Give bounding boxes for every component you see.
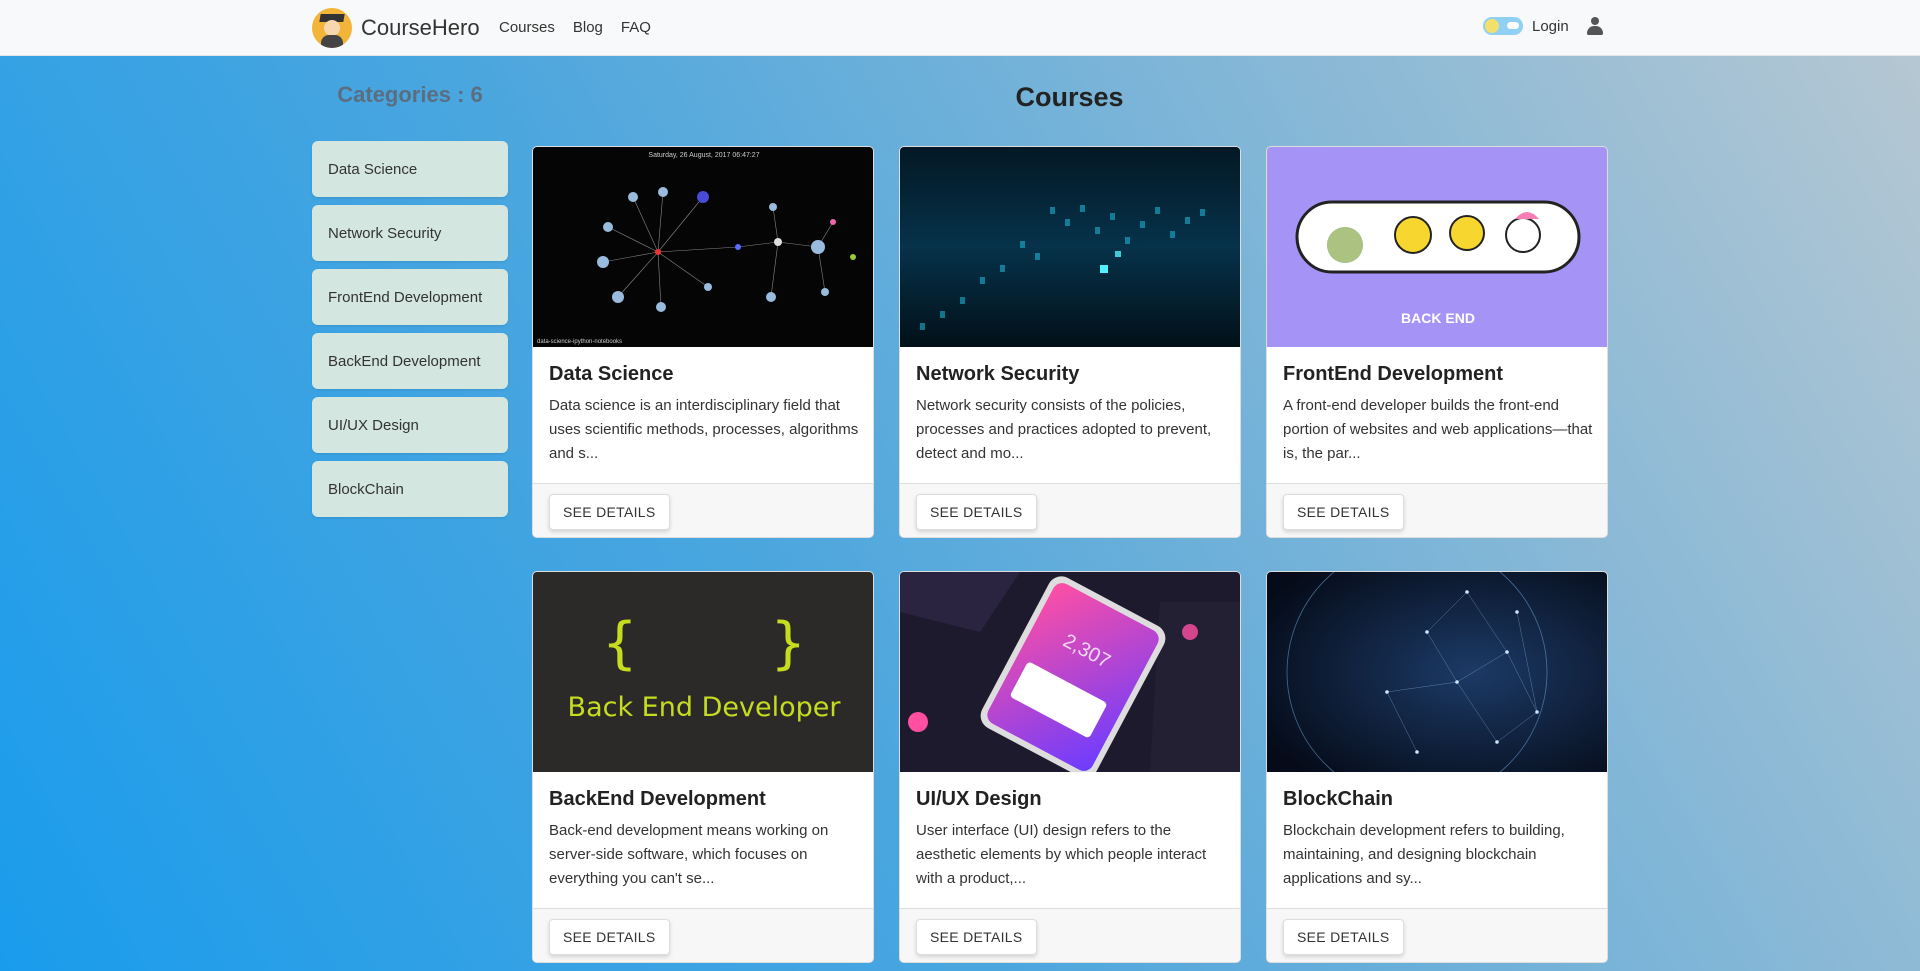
graduate-avatar-icon — [312, 8, 352, 48]
page-title: Courses — [1015, 82, 1124, 112]
navbar: CourseHero Courses Blog FAQ Login — [0, 0, 1920, 56]
image-caption-top: Saturday, 26 August, 2017 06:47:27 — [648, 152, 759, 159]
nav-link-blog[interactable]: Blog — [573, 19, 603, 36]
image-label: BACK END — [1401, 310, 1475, 326]
card-description: A front-end developer builds the front-e… — [1283, 397, 1593, 462]
see-details-button[interactable]: SEE DETAILS — [549, 919, 670, 955]
course-card-network-security: Network Security Network security consis… — [899, 146, 1241, 538]
nav-links: Courses Blog FAQ — [499, 19, 651, 36]
course-image-data-science: Saturday, 26 August, 2017 06:47:27 data-… — [533, 147, 873, 347]
course-card-ui-ux-design: 2,307 UI/UX Design User interface (UI) d… — [899, 571, 1241, 963]
category-item-ui-ux-design[interactable]: UI/UX Design — [312, 397, 508, 453]
category-item-data-science[interactable]: Data Science — [312, 141, 508, 197]
card-footer: SEE DETAILS — [900, 908, 1240, 962]
category-item-network-security[interactable]: Network Security — [312, 205, 508, 261]
login-link[interactable]: Login — [1532, 18, 1569, 35]
course-image-frontend-development: BACK END — [1267, 147, 1607, 347]
card-footer: SEE DETAILS — [1267, 483, 1607, 537]
card-title: BackEnd Development — [549, 788, 766, 810]
card-description: Network security consists of the policie… — [916, 397, 1212, 462]
card-description: User interface (UI) design refers to the… — [916, 822, 1207, 887]
category-item-backend-development[interactable]: BackEnd Development — [312, 333, 508, 389]
see-details-button[interactable]: SEE DETAILS — [916, 919, 1037, 955]
course-image-blockchain — [1267, 572, 1607, 772]
course-card-backend-development: { } Back End Developer BackEnd Developme… — [532, 571, 874, 963]
see-details-button[interactable]: SEE DETAILS — [549, 494, 670, 530]
course-image-network-security — [900, 147, 1240, 347]
card-title: UI/UX Design — [916, 788, 1042, 810]
card-footer: SEE DETAILS — [533, 908, 873, 962]
category-list: Data Science Network Security FrontEnd D… — [312, 141, 508, 525]
card-footer: SEE DETAILS — [1267, 908, 1607, 962]
card-description: Data science is an interdisciplinary fie… — [549, 397, 859, 462]
image-label: Back End Developer — [568, 692, 842, 723]
theme-toggle-icon[interactable] — [1483, 17, 1523, 35]
brand-name[interactable]: CourseHero — [361, 15, 480, 41]
card-title: FrontEnd Development — [1283, 363, 1504, 385]
card-description: Back-end development means working on se… — [549, 822, 829, 887]
see-details-button[interactable]: SEE DETAILS — [1283, 919, 1404, 955]
course-card-blockchain: BlockChain Blockchain development refers… — [1266, 571, 1608, 963]
categories-title: Categories : 6 — [337, 82, 483, 107]
nav-right: Login — [1483, 17, 1603, 35]
image-braces: { } — [603, 611, 805, 676]
card-title: Data Science — [549, 363, 674, 385]
see-details-button[interactable]: SEE DETAILS — [1283, 494, 1404, 530]
brand[interactable]: CourseHero — [312, 8, 480, 48]
card-title: Network Security — [916, 363, 1080, 385]
user-icon[interactable] — [1586, 17, 1603, 35]
see-details-button[interactable]: SEE DETAILS — [916, 494, 1037, 530]
category-item-blockchain[interactable]: BlockChain — [312, 461, 508, 517]
image-caption-bottom: data-science-ipython-notebooks — [537, 339, 622, 345]
course-card-frontend-development: BACK END FrontEnd Development A front-en… — [1266, 146, 1608, 538]
course-card-data-science: Saturday, 26 August, 2017 06:47:27 data-… — [532, 146, 874, 538]
nav-link-faq[interactable]: FAQ — [621, 19, 651, 36]
category-item-frontend-development[interactable]: FrontEnd Development — [312, 269, 508, 325]
card-footer: SEE DETAILS — [900, 483, 1240, 537]
course-image-ui-ux-design: 2,307 — [900, 572, 1240, 772]
course-image-backend-development: { } Back End Developer — [533, 572, 873, 772]
card-title: BlockChain — [1283, 788, 1394, 810]
nav-link-courses[interactable]: Courses — [499, 19, 555, 36]
card-description: Blockchain development refers to buildin… — [1283, 822, 1565, 887]
card-footer: SEE DETAILS — [533, 483, 873, 537]
